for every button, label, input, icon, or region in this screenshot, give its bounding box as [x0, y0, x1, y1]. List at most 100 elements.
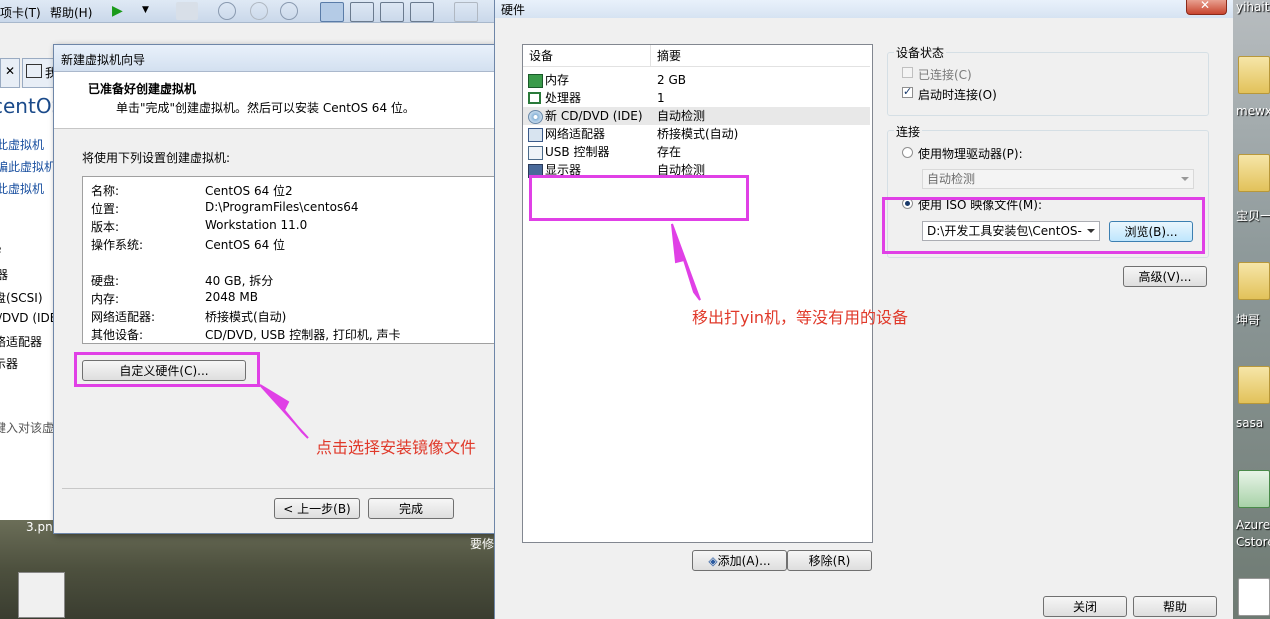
desktop-label[interactable]: sasa [1236, 416, 1263, 430]
device-status-group [887, 52, 1209, 116]
menu-help[interactable]: 帮助(H) [50, 4, 92, 21]
annotation-arrow-left [259, 384, 309, 439]
wizard-titlebar: 新建虚拟机向导 [54, 45, 504, 72]
physical-drive-label: 使用物理驱动器(P): [918, 147, 1023, 161]
clock-icon[interactable] [218, 2, 236, 20]
wizard-heading: 已准备好创建虚拟机 [88, 82, 197, 96]
folder-icon[interactable] [1238, 366, 1270, 404]
summary-value: 桥接模式(自动) [205, 310, 287, 324]
desktop-title-partial: yihaita [1236, 0, 1270, 14]
description-placeholder[interactable]: 键入对该虚 [0, 419, 54, 436]
summary-value: 2048 MB [205, 290, 258, 304]
summary-value: D:\ProgramFiles\centos64 [205, 200, 359, 214]
device-partial[interactable]: 络适配器 [0, 333, 42, 350]
finish-button[interactable]: 完成 [368, 498, 454, 519]
cd-icon [528, 110, 543, 124]
help-button[interactable]: 帮助 [1133, 596, 1217, 617]
close-button[interactable]: ✕ [1186, 0, 1227, 15]
summary-label: 位置: [91, 202, 120, 216]
view-options-icon[interactable] [454, 2, 478, 22]
snapshot-icon[interactable] [176, 2, 198, 20]
fullscreen-icon[interactable] [380, 2, 404, 22]
vmware-menubar: 项卡(T) 帮助(H) ▶ ▼ [0, 0, 495, 23]
annotation-arrow-right [671, 223, 701, 301]
device-row-cd-dvd[interactable]: 新 CD/DVD (IDE) 自动检测 [523, 107, 870, 125]
summary-label: 硬盘: [91, 274, 120, 288]
folder-icon[interactable] [1238, 56, 1270, 94]
chevron-down-icon [1181, 177, 1189, 181]
new-vm-wizard-dialog: 新建虚拟机向导 已准备好创建虚拟机 单击"完成"创建虚拟机。然后可以安装 Cen… [53, 44, 505, 534]
summary-label: 网络适配器: [91, 310, 156, 324]
summary-label: 内存: [91, 292, 120, 306]
summary-value: CentOS 64 位 [205, 238, 286, 252]
menu-tabs[interactable]: 项卡(T) [0, 4, 41, 21]
column-header-device[interactable]: 设备 [523, 45, 651, 67]
view-normal-icon[interactable] [320, 2, 344, 22]
network-icon [528, 128, 543, 142]
summary-value: CD/DVD, USB 控制器, 打印机, 声卡 [205, 328, 401, 342]
connected-checkbox[interactable] [902, 67, 913, 78]
annotation-box-device-list [529, 175, 749, 221]
play-icon[interactable]: ▶ [112, 3, 123, 19]
link-upgrade[interactable]: 此虚拟机 [0, 180, 44, 197]
check-icon: ✓ [903, 85, 913, 98]
close-dialog-button[interactable]: 关闭 [1043, 596, 1127, 617]
document-icon[interactable] [1238, 578, 1270, 616]
connect-at-power-on-checkbox[interactable]: ✓ [902, 85, 913, 98]
excel-file-icon[interactable] [1238, 470, 1270, 508]
annotation-box-customize [74, 352, 260, 387]
folder-icon[interactable] [1238, 262, 1270, 300]
tab-close[interactable]: ✕ [0, 58, 20, 88]
desktop-label[interactable]: Cstore [1236, 535, 1270, 549]
clock-icon[interactable] [280, 2, 298, 20]
wizard-header: 已准备好创建虚拟机 单击"完成"创建虚拟机。然后可以安装 CentOS 64 位… [54, 72, 504, 129]
annotation-text-right: 移出打yin机，等没有用的设备 [692, 308, 909, 327]
wizard-title: 新建虚拟机向导 [61, 53, 146, 67]
summary-label: 操作系统: [91, 238, 144, 252]
remove-device-button[interactable]: 移除(R) [787, 550, 872, 571]
device-row-processor[interactable]: 处理器 1 [523, 89, 870, 107]
desktop-label[interactable]: 坤哥 [1236, 311, 1260, 328]
device-partial[interactable]: 盘(SCSI) [0, 289, 43, 306]
image-thumbnail[interactable] [18, 572, 65, 618]
desktop-label[interactable]: 宝贝一 [1236, 207, 1270, 224]
desktop-label[interactable]: Azure [1236, 518, 1270, 532]
summary-value: CentOS 64 位2 [205, 184, 293, 198]
summary-label: 名称: [91, 184, 120, 198]
advanced-button[interactable]: 高级(V)... [1123, 266, 1207, 287]
column-header-summary[interactable]: 摘要 [651, 45, 870, 67]
add-device-button[interactable]: ◈添加(A)... [692, 550, 787, 571]
vm-summary-pane: centOS 此虚拟机 编此虚拟机设 此虚拟机 e 器 盘(SCSI) /DVD… [0, 88, 68, 520]
physical-drive-radio[interactable] [902, 147, 913, 158]
desktop-landscape [0, 520, 495, 619]
device-partial[interactable]: 示器 [0, 355, 18, 372]
close-icon[interactable]: ✕ [5, 64, 15, 78]
chevron-down-icon[interactable]: ▼ [142, 5, 149, 15]
device-row-network[interactable]: 网络适配器 桥接模式(自动) [523, 125, 870, 143]
device-partial[interactable]: /DVD (IDE [0, 311, 57, 325]
device-partial[interactable]: 器 [0, 266, 8, 283]
settings-summary: 名称: CentOS 64 位2 位置: D:\ProgramFiles\cen… [82, 176, 504, 344]
folder-icon[interactable] [1238, 154, 1270, 192]
connection-title: 连接 [894, 123, 923, 140]
summary-label: 版本: [91, 220, 120, 234]
memory-icon [528, 74, 543, 88]
shield-icon: ◈ [708, 554, 718, 568]
usb-icon [528, 146, 543, 160]
link-power-on[interactable]: 此虚拟机 [0, 136, 44, 153]
summary-value: Workstation 11.0 [205, 218, 308, 232]
annotation-text-left: 点击选择安装镜像文件 [316, 438, 477, 457]
device-row-memory[interactable]: 内存 2 GB [523, 71, 870, 89]
device-row-usb[interactable]: USB 控制器 存在 [523, 143, 870, 161]
back-button[interactable]: < 上一步(B) [274, 498, 360, 519]
physical-drive-select[interactable]: 自动检测 [922, 169, 1194, 189]
clock-icon[interactable] [250, 2, 268, 20]
taskbar-partial-label: 要修 [470, 537, 495, 551]
summary-value: 40 GB, 拆分 [205, 274, 274, 288]
desktop-label[interactable]: mewx [1236, 104, 1270, 118]
device-status-title: 设备状态 [894, 44, 947, 61]
cpu-icon [528, 92, 541, 104]
unity-icon[interactable] [410, 2, 434, 22]
view-console-icon[interactable] [350, 2, 374, 22]
device-partial: e [0, 242, 1, 256]
